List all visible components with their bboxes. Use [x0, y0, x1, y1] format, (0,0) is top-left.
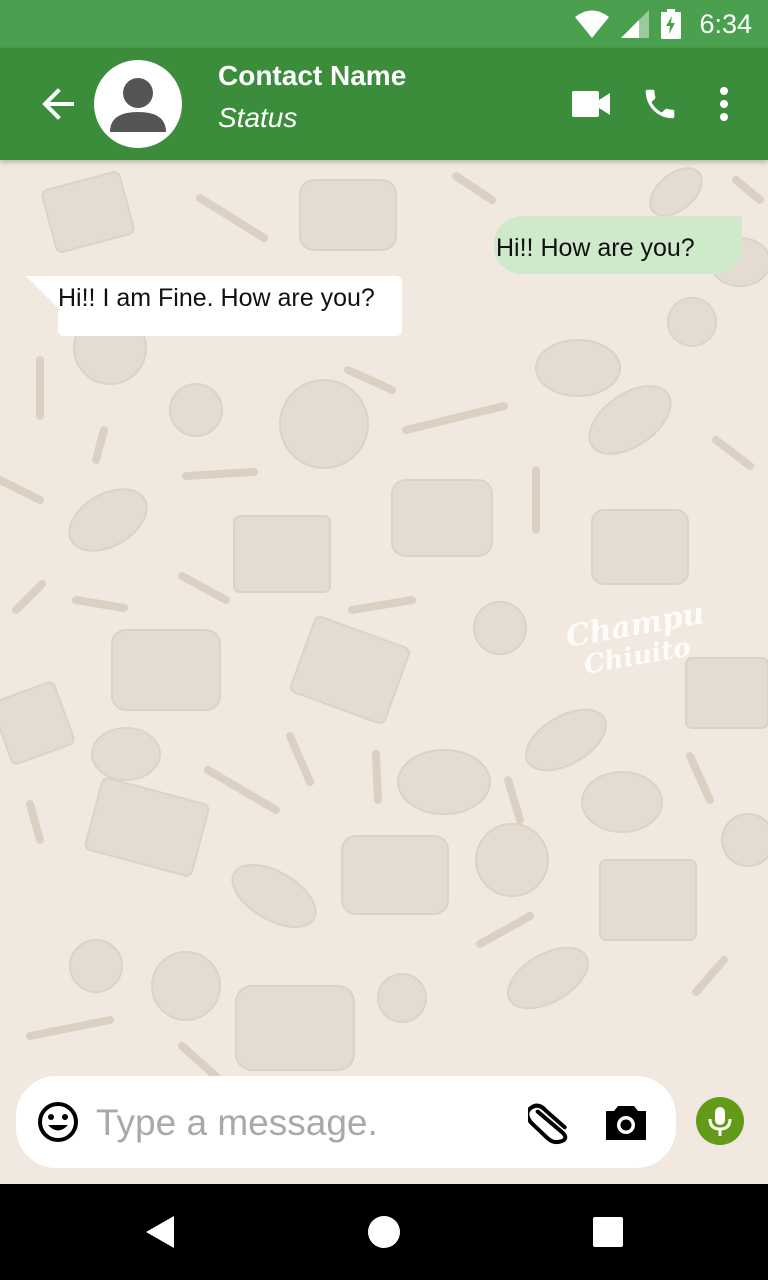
overflow-menu-button[interactable]	[706, 80, 742, 128]
nav-recents-icon	[593, 1217, 623, 1247]
emoji-button[interactable]	[36, 1100, 80, 1144]
video-call-button[interactable]	[570, 80, 614, 128]
incoming-message-text: Hi!! I am Fine. How are you?	[58, 284, 375, 312]
video-call-icon	[572, 91, 610, 117]
person-icon	[110, 78, 166, 132]
nav-recents-button[interactable]	[584, 1208, 632, 1256]
message-input[interactable]	[96, 1098, 516, 1148]
nav-home-icon	[368, 1216, 400, 1248]
cell-signal-icon	[621, 10, 650, 38]
more-vert-icon	[720, 87, 728, 121]
camera-button[interactable]	[604, 1102, 648, 1142]
incoming-bubble-tail	[26, 276, 58, 308]
avatar[interactable]	[94, 60, 182, 148]
status-time: 6:34	[699, 8, 752, 39]
phone-icon	[645, 89, 675, 119]
status-bar: 6:34	[0, 0, 768, 48]
paperclip-icon	[525, 1103, 568, 1145]
app-bar: Contact Name Status	[0, 48, 768, 160]
outgoing-message[interactable]: Hi!! How are you?	[494, 216, 742, 274]
nav-home-button[interactable]	[360, 1208, 408, 1256]
mic-button[interactable]	[696, 1097, 744, 1145]
mic-icon	[708, 1107, 732, 1136]
chat-area[interactable]: Champu Chiuito Hi!! How are you? Hi!! I …	[0, 160, 768, 1184]
arrow-back-icon	[42, 88, 74, 120]
attach-button[interactable]	[525, 1098, 572, 1146]
battery-charging-icon	[661, 9, 682, 39]
voice-call-button[interactable]	[638, 80, 682, 128]
nav-back-button[interactable]	[136, 1208, 184, 1256]
outgoing-message-text: Hi!! How are you?	[496, 234, 695, 262]
wifi-icon	[575, 10, 610, 38]
nav-back-icon	[146, 1216, 174, 1248]
screen: 6:34 Contact Name Status Champu Chiuito …	[0, 0, 768, 1280]
incoming-message[interactable]: Hi!! I am Fine. How are you?	[58, 276, 402, 336]
camera-icon	[606, 1106, 646, 1140]
back-button[interactable]	[34, 80, 82, 128]
contact-name[interactable]: Contact Name	[218, 60, 406, 92]
contact-status: Status	[218, 102, 298, 133]
system-nav-bar	[0, 1184, 768, 1280]
message-composer	[16, 1076, 676, 1168]
emoji-icon	[38, 1102, 78, 1142]
